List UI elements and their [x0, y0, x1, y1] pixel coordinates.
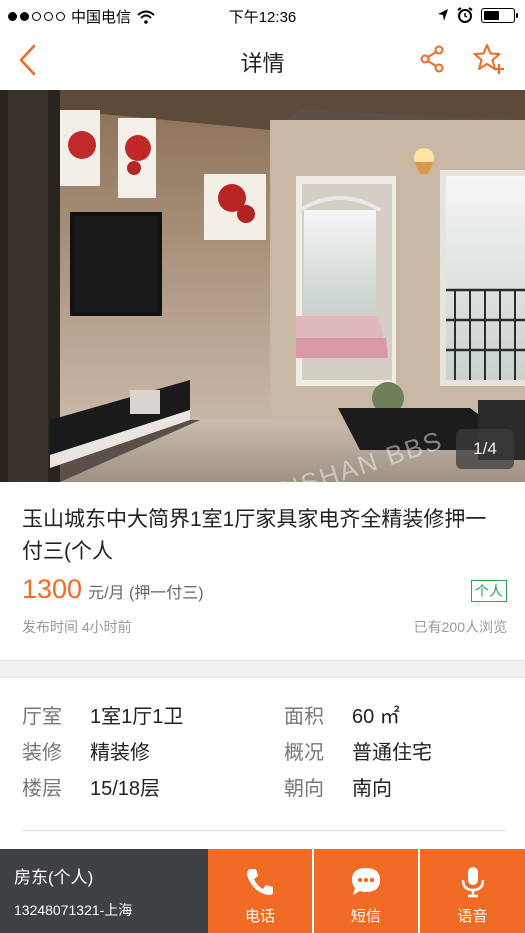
- room-photo-image: [0, 90, 525, 482]
- publish-time: 发布时间 4小时前: [22, 619, 132, 635]
- microphone-icon: [461, 867, 484, 898]
- detail-label: 装修: [22, 742, 62, 764]
- voice-button[interactable]: 语音: [420, 849, 525, 933]
- voice-label: 语音: [457, 908, 488, 925]
- detail-row: 厅室 1室1厅1卫 面积 60 ㎡: [22, 700, 507, 736]
- detail-value: 普通住宅: [352, 742, 432, 764]
- view-count: 已有200人浏览: [413, 619, 507, 635]
- detail-label: 厅室: [22, 706, 62, 728]
- price-unit: 元/月 (押一付三): [88, 585, 204, 602]
- personal-tag: 个人: [471, 580, 507, 602]
- nav-bar: 详情: [0, 30, 525, 90]
- sms-button[interactable]: 短信: [314, 849, 418, 933]
- meta-row: 发布时间 4小时前 已有200人浏览: [22, 617, 507, 637]
- details-grid: 厅室 1室1厅1卫 面积 60 ㎡ 装修 精装修 概况 普通住宅 楼层 15/1…: [22, 700, 507, 808]
- detail-value: 60 ㎡: [352, 706, 400, 728]
- landlord-contact: 房东(个人) 13248071321-上海: [0, 849, 208, 933]
- share-button[interactable]: [418, 44, 448, 74]
- star-add-icon: [473, 44, 504, 74]
- battery-icon: [481, 7, 518, 23]
- contact-phone: 13248071321-上海: [14, 902, 133, 918]
- price-row: 1300 元/月 (押一付三) 个人: [22, 574, 507, 608]
- bottom-action-bar: 房东(个人) 13248071321-上海 电话 短信 语音: [0, 849, 525, 933]
- message-icon: [352, 868, 380, 895]
- status-bar: 中国电信 下午12:36: [0, 0, 525, 30]
- detail-value: 1室1厅1卫: [90, 706, 184, 728]
- detail-value: 15/18层: [90, 778, 161, 800]
- detail-value: 南向: [352, 778, 392, 800]
- detail-label: 概况: [284, 742, 324, 764]
- detail-label: 朝向: [284, 778, 324, 800]
- call-button[interactable]: 电话: [208, 849, 312, 933]
- sms-label: 短信: [350, 908, 381, 925]
- phone-icon: [247, 869, 273, 895]
- detail-label: 楼层: [22, 778, 62, 800]
- location-icon: [438, 9, 448, 21]
- alarm-icon: [457, 7, 473, 23]
- status-right: [437, 7, 518, 23]
- favorite-button[interactable]: [472, 42, 506, 76]
- detail-row: 楼层 15/18层 朝向 南向: [22, 772, 507, 808]
- section-divider: [0, 660, 525, 678]
- detail-value: 精装修: [90, 742, 150, 764]
- listing-title: 玉山城东中大简界1室1厅家具家电齐全精装修押一付三(个人: [22, 508, 487, 563]
- share-icon: [420, 45, 444, 73]
- call-label: 电话: [244, 908, 275, 925]
- photo-counter: 1/4: [456, 429, 514, 469]
- price-value: 1300: [22, 574, 83, 604]
- detail-label: 面积: [284, 706, 324, 728]
- divider-line: [22, 830, 505, 831]
- listing-photo[interactable]: 昆山论坛 KUNSHAN BBS 1/4: [0, 90, 525, 482]
- detail-row: 装修 精装修 概况 普通住宅: [22, 736, 507, 772]
- contact-name: 房东(个人): [14, 868, 94, 887]
